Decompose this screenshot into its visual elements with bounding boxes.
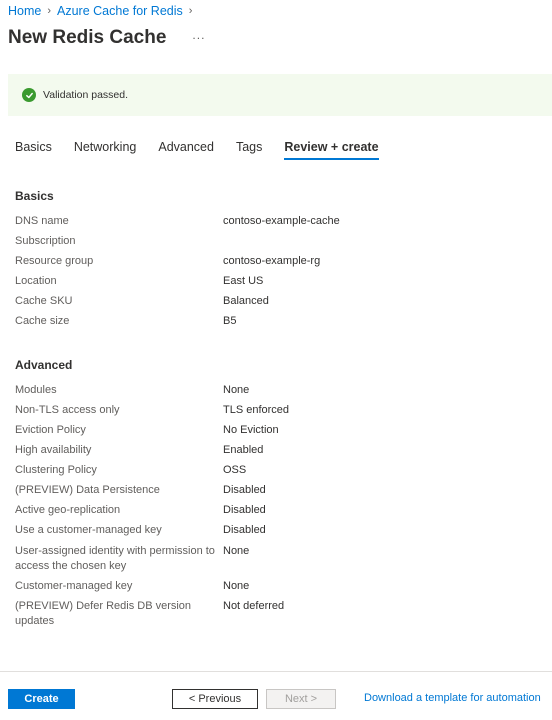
- summary-row: Non-TLS access only TLS enforced: [15, 403, 545, 418]
- previous-button[interactable]: < Previous: [172, 689, 258, 709]
- row-label: Location: [15, 275, 57, 287]
- row-value: No Eviction: [223, 424, 279, 436]
- summary-row: (PREVIEW) Defer Redis DB version updates…: [15, 599, 545, 629]
- advanced-section-title: Advanced: [15, 358, 73, 372]
- tab-advanced[interactable]: Advanced: [158, 140, 214, 160]
- row-value: None: [223, 545, 250, 557]
- row-label: DNS name: [15, 215, 69, 227]
- breadcrumb-home[interactable]: Home: [8, 4, 41, 18]
- chevron-right-icon: ›: [188, 5, 193, 17]
- next-button[interactable]: Next >: [266, 689, 336, 709]
- row-label: Customer-managed key: [15, 580, 133, 592]
- breadcrumb-azure-cache[interactable]: Azure Cache for Redis: [57, 4, 183, 18]
- row-label: Non-TLS access only: [15, 404, 120, 416]
- summary-row: Subscription: [15, 234, 545, 249]
- summary-row: Active geo-replication Disabled: [15, 503, 545, 518]
- row-label: Eviction Policy: [15, 424, 86, 436]
- row-label: (PREVIEW) Data Persistence: [15, 484, 160, 496]
- tab-networking[interactable]: Networking: [74, 140, 137, 160]
- summary-row: Location East US: [15, 274, 545, 289]
- chevron-right-icon: ›: [47, 5, 52, 17]
- footer-divider: [0, 671, 552, 672]
- summary-row: Customer-managed key None: [15, 579, 545, 594]
- row-value: TLS enforced: [223, 404, 290, 416]
- create-button[interactable]: Create: [8, 689, 75, 709]
- tab-review-create[interactable]: Review + create: [284, 140, 379, 160]
- row-label: Cache size: [15, 315, 70, 327]
- row-value: contoso-example-cache: [223, 215, 340, 227]
- row-value: Enabled: [223, 444, 264, 456]
- more-options-icon[interactable]: ...: [192, 28, 205, 42]
- row-value: contoso-example-rg: [223, 255, 321, 267]
- download-template-link[interactable]: Download a template for automation: [364, 692, 541, 704]
- row-label: Clustering Policy: [15, 464, 97, 476]
- title-row: New Redis Cache ...: [8, 27, 205, 49]
- summary-row: User-assigned identity with permission t…: [15, 544, 545, 574]
- tab-list: Basics Networking Advanced Tags Review +…: [15, 140, 401, 160]
- row-value: Not deferred: [223, 600, 285, 612]
- row-value: Disabled: [223, 524, 266, 536]
- check-circle-icon: [22, 88, 36, 102]
- row-value: B5: [223, 315, 237, 327]
- row-value: East US: [223, 275, 264, 287]
- row-label: Use a customer-managed key: [15, 524, 162, 536]
- summary-row: Use a customer-managed key Disabled: [15, 523, 545, 538]
- summary-row: Resource group contoso-example-rg: [15, 254, 545, 269]
- summary-row: Modules None: [15, 383, 545, 398]
- row-value: Disabled: [223, 504, 266, 516]
- row-label: Active geo-replication: [15, 504, 121, 516]
- tab-basics[interactable]: Basics: [15, 140, 52, 160]
- row-label: Subscription: [15, 235, 76, 247]
- summary-row: Eviction Policy No Eviction: [15, 423, 545, 438]
- row-label: High availability: [15, 444, 92, 456]
- summary-row: Clustering Policy OSS: [15, 463, 545, 478]
- validation-message: Validation passed.: [43, 89, 129, 101]
- validation-banner: Validation passed.: [8, 74, 552, 116]
- row-label: User-assigned identity with permission t…: [15, 545, 215, 572]
- row-value: Balanced: [223, 295, 269, 307]
- breadcrumb: Home › Azure Cache for Redis ›: [8, 4, 198, 18]
- row-label: Cache SKU: [15, 295, 73, 307]
- summary-row: DNS name contoso-example-cache: [15, 214, 545, 229]
- summary-row: Cache size B5: [15, 314, 545, 329]
- row-value: Disabled: [223, 484, 266, 496]
- row-label: (PREVIEW) Defer Redis DB version updates: [15, 600, 192, 627]
- row-value: None: [223, 580, 250, 592]
- basics-section-title: Basics: [15, 189, 54, 203]
- row-value: None: [223, 384, 250, 396]
- summary-row: (PREVIEW) Data Persistence Disabled: [15, 483, 545, 498]
- row-label: Modules: [15, 384, 57, 396]
- tab-tags[interactable]: Tags: [236, 140, 262, 160]
- page-title: New Redis Cache: [8, 27, 167, 48]
- summary-row: Cache SKU Balanced: [15, 294, 545, 309]
- summary-row: High availability Enabled: [15, 443, 545, 458]
- row-label: Resource group: [15, 255, 94, 267]
- row-value: OSS: [223, 464, 247, 476]
